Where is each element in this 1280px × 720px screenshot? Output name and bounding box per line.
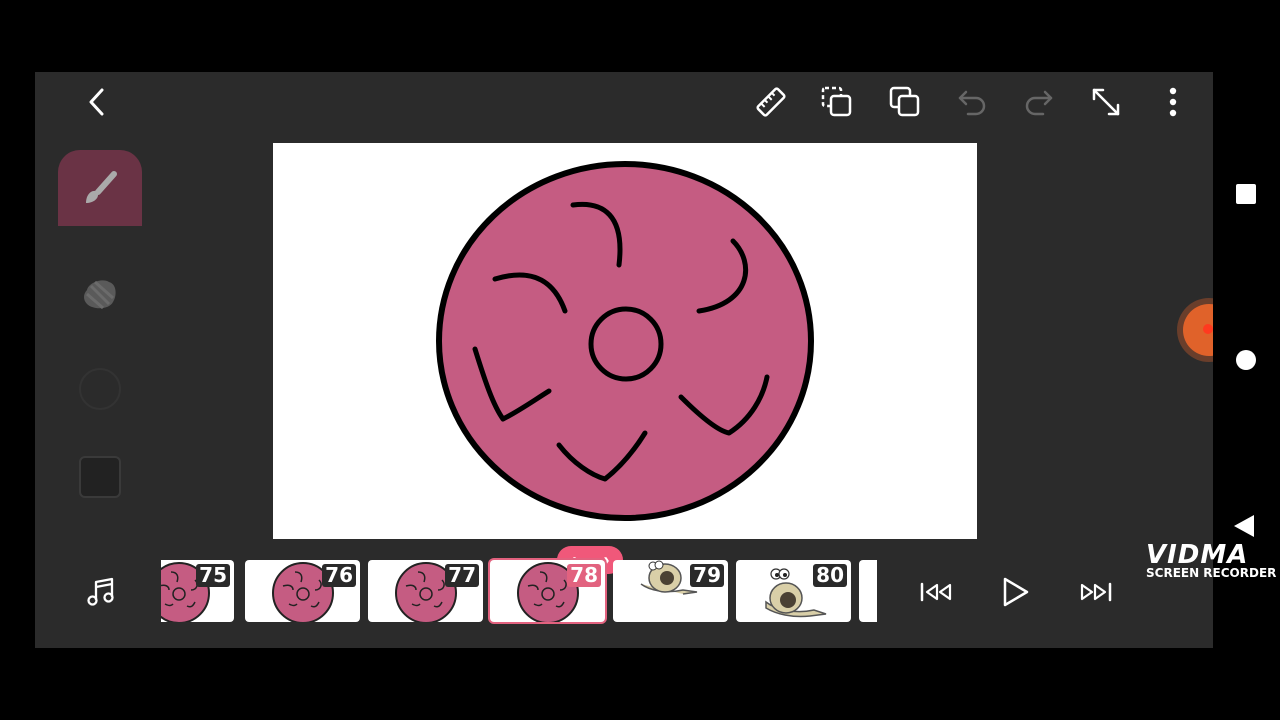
color-picker-tool[interactable] (77, 454, 123, 500)
layers-icon[interactable] (819, 84, 855, 120)
music-icon[interactable] (83, 574, 119, 610)
undo-icon[interactable] (954, 84, 990, 120)
ruler-icon[interactable] (753, 84, 789, 120)
drawing-canvas[interactable] (273, 143, 977, 539)
frame-thumb-79[interactable]: 79 (613, 560, 728, 622)
record-dot-icon (1203, 324, 1213, 334)
brush-tool[interactable] (58, 150, 142, 226)
redo-icon[interactable] (1021, 84, 1057, 120)
android-back-button[interactable] (1234, 515, 1254, 537)
frame-number: 76 (322, 564, 356, 587)
eraser-tool[interactable] (77, 270, 123, 316)
back-icon[interactable] (81, 86, 113, 118)
screen-recorder-watermark: VIDMA SCREEN RECORDER (1146, 540, 1276, 580)
frame-number: 78 (567, 564, 601, 587)
fullscreen-icon[interactable] (1088, 84, 1124, 120)
pink-disc-drawing (436, 161, 814, 521)
frame-number: 79 (690, 564, 724, 587)
frame-thumb-78[interactable]: 78 (490, 560, 605, 622)
circle-icon (79, 368, 121, 410)
android-recents-button[interactable] (1236, 184, 1256, 204)
watermark-subtitle: SCREEN RECORDER (1146, 566, 1277, 580)
android-home-button[interactable] (1236, 350, 1256, 370)
frame-number: 75 (196, 564, 230, 587)
play-icon[interactable] (997, 574, 1033, 610)
more-options-icon[interactable] (1157, 84, 1189, 120)
app-window: ‹ › 75 76 77 78 79 80 (35, 72, 1213, 648)
frame-number: 80 (813, 564, 847, 587)
frame-thumb-77[interactable]: 77 (368, 560, 483, 622)
eraser-icon (84, 280, 116, 310)
color-swatch-icon (79, 456, 121, 498)
duplicate-icon[interactable] (887, 84, 923, 120)
brush-icon (86, 171, 117, 203)
frame-timeline[interactable]: 75 76 77 78 79 80 (161, 558, 877, 626)
frame-thumb-75[interactable]: 75 (161, 560, 234, 622)
frame-thumb-76[interactable]: 76 (245, 560, 360, 622)
skip-to-start-icon[interactable] (919, 576, 955, 608)
floating-record-button[interactable] (1183, 304, 1213, 356)
skip-to-end-icon[interactable] (1077, 576, 1113, 608)
frame-thumb-80[interactable]: 80 (736, 560, 851, 622)
frame-number: 77 (445, 564, 479, 587)
brush-size-tool[interactable] (77, 366, 123, 412)
frame-thumb-81[interactable] (859, 560, 877, 622)
